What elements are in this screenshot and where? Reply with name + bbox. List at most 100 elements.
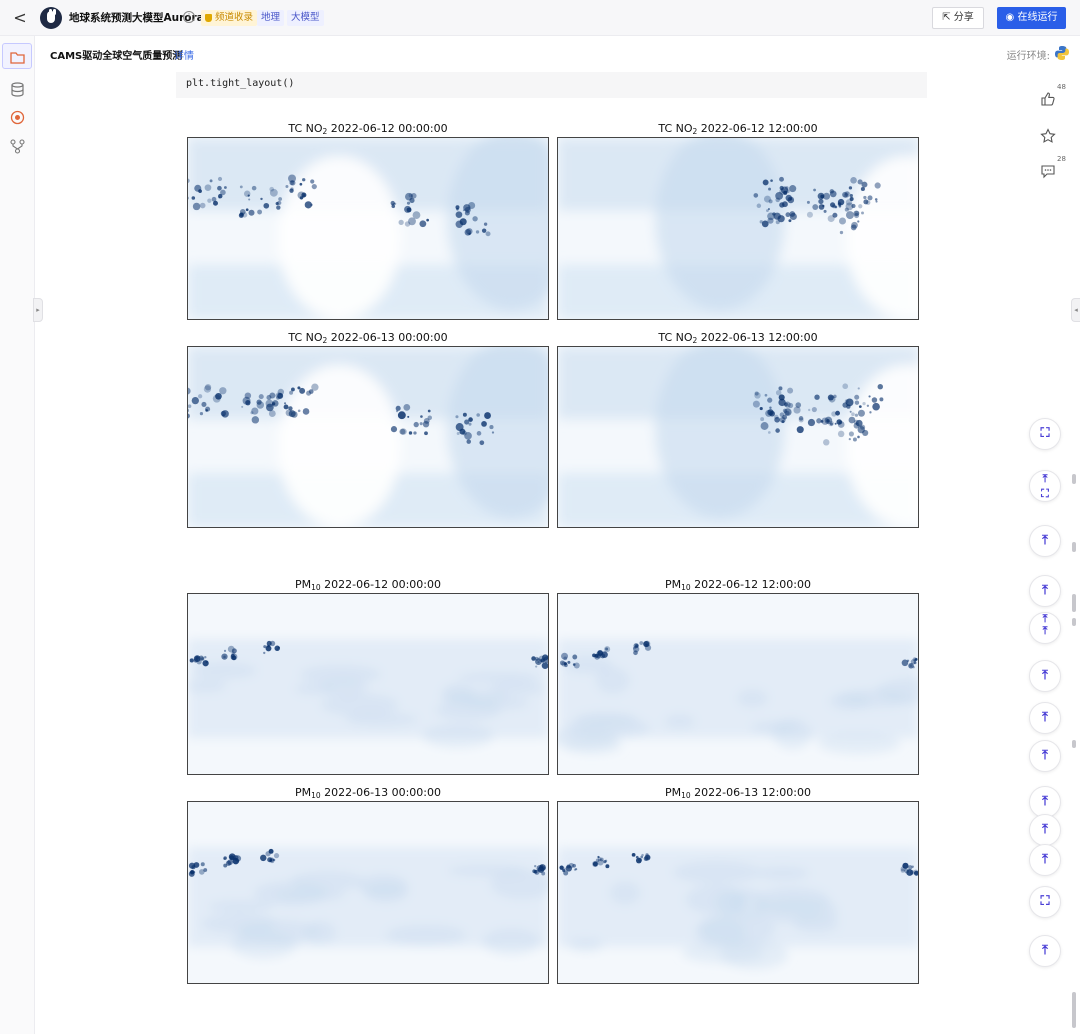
left-collapse-handle[interactable]: ▸ xyxy=(33,298,43,322)
right-collapse-handle[interactable]: ◂ xyxy=(1071,298,1080,322)
no2-field xyxy=(558,138,918,319)
like-button[interactable] xyxy=(1037,88,1059,110)
database-icon[interactable] xyxy=(9,81,26,98)
share-button[interactable]: ⇱ 分享 xyxy=(932,7,984,29)
play-icon: ◉ xyxy=(1005,12,1018,23)
no2-field xyxy=(558,347,918,527)
like-count: 48 xyxy=(1057,83,1066,91)
branch-icon[interactable] xyxy=(9,138,26,155)
panel-sub: 10 xyxy=(311,583,321,592)
tag-large-model[interactable]: 大模型 xyxy=(287,10,324,26)
code-cell[interactable]: plt.tight_layout() xyxy=(176,72,927,98)
pm10-field xyxy=(188,594,548,774)
info-icon[interactable]: i xyxy=(183,11,195,23)
comment-icon xyxy=(1041,165,1055,179)
scroll-top-button[interactable]: ⤒ xyxy=(1029,660,1061,692)
panel-title: TC NO2 2022-06-13 12:00:00 xyxy=(557,331,919,345)
scrollbar-mark[interactable] xyxy=(1072,740,1076,748)
pm10-map xyxy=(557,593,919,775)
panel-sub: 10 xyxy=(311,791,321,800)
scroll-top-button[interactable]: ⤒ xyxy=(1029,814,1061,846)
panel-title: PM10 2022-06-13 00:00:00 xyxy=(187,786,549,800)
favorite-button[interactable] xyxy=(1037,125,1059,147)
notebook-title: CAMS驱动全球空气质量预测 xyxy=(50,51,183,62)
scrollbar-mark[interactable] xyxy=(1072,474,1076,484)
target-icon[interactable] xyxy=(9,109,26,126)
panel-var: PM xyxy=(665,578,682,591)
expand-icon: ⛶ xyxy=(1040,894,1050,909)
notebook-header: CAMS驱动全球空气质量预测 详情 运行环境: xyxy=(36,36,1080,70)
expand-icon: ⛶ xyxy=(1040,426,1050,441)
arrow-top-icon: ⤒ xyxy=(1042,943,1048,958)
pm10-map xyxy=(187,593,549,775)
scrollbar-mark[interactable] xyxy=(1072,618,1076,626)
panel-time: 2022-06-13 00:00:00 xyxy=(324,786,441,799)
panel-time: 2022-06-13 12:00:00 xyxy=(694,786,811,799)
panel-var: PM xyxy=(295,786,312,799)
scroll-top-button[interactable]: ⤒ ⤒ xyxy=(1029,612,1061,644)
panel-sub: 10 xyxy=(681,791,691,800)
folder-icon[interactable] xyxy=(9,49,26,66)
pm10-field xyxy=(558,594,918,774)
tag-geography[interactable]: 地理 xyxy=(257,10,285,26)
scroll-top-button[interactable]: ⤒ ⛶ xyxy=(1029,470,1061,502)
panel-title: TC NO2 2022-06-12 12:00:00 xyxy=(557,122,919,136)
arrow-top-icon: ⤒ xyxy=(1042,583,1048,598)
tag-channel-collected[interactable]: 频道收录 xyxy=(201,10,258,26)
scroll-top-button[interactable]: ⤒ xyxy=(1029,740,1061,772)
panel-var: TC NO xyxy=(658,331,693,344)
no2-field xyxy=(188,138,548,319)
back-icon[interactable]: < xyxy=(10,7,30,29)
arrow-top-icon: ⤒ ⤒ xyxy=(1042,612,1048,637)
scrollbar-mark[interactable] xyxy=(1072,542,1076,552)
pm10-field xyxy=(558,802,918,983)
comment-button[interactable] xyxy=(1037,160,1059,182)
panel-time: 2022-06-12 00:00:00 xyxy=(330,122,448,135)
top-bar: < 地球系统预测大模型Aurora i 频道收录 地理 大模型 ⇱ 分享 ◉ 在… xyxy=(0,0,1080,36)
panel-title: PM10 2022-06-12 12:00:00 xyxy=(557,578,919,592)
python-icon[interactable] xyxy=(1054,45,1070,61)
scroll-top-button[interactable]: ⤒ xyxy=(1029,935,1061,967)
scroll-top-button[interactable]: ⤒ xyxy=(1029,525,1061,557)
share-icon: ⇱ xyxy=(942,12,954,23)
no2-map xyxy=(187,137,549,320)
panel-var: PM xyxy=(665,786,682,799)
panel-title: PM10 2022-06-13 12:00:00 xyxy=(557,786,919,800)
run-label: 在线运行 xyxy=(1017,12,1058,23)
no2-map xyxy=(557,137,919,320)
panel-sub: 2 xyxy=(692,336,698,345)
scrollbar-mark[interactable] xyxy=(1072,594,1076,612)
scrollbar-thumb[interactable] xyxy=(1072,992,1076,1028)
panel-sub: 2 xyxy=(692,127,698,136)
scroll-top-button[interactable]: ⤒ xyxy=(1029,702,1061,734)
panel-var: TC NO xyxy=(288,122,323,135)
panel-var: PM xyxy=(295,578,312,591)
panel-time: 2022-06-13 12:00:00 xyxy=(700,331,818,344)
panel-time: 2022-06-12 12:00:00 xyxy=(694,578,811,591)
pm10-map xyxy=(557,801,919,984)
detail-link[interactable]: 详情 xyxy=(174,47,194,62)
panel-time: 2022-06-12 12:00:00 xyxy=(700,122,818,135)
scroll-top-button[interactable]: ⤒ xyxy=(1029,844,1061,876)
no2-field xyxy=(188,347,548,527)
arrow-top-icon: ⤒ xyxy=(1042,533,1048,548)
panel-title: TC NO2 2022-06-12 00:00:00 xyxy=(187,122,549,136)
panel-title: PM10 2022-06-12 00:00:00 xyxy=(187,578,549,592)
arrow-top-icon: ⤒ xyxy=(1042,710,1048,725)
arrow-top-icon: ⤒ xyxy=(1042,748,1048,763)
scroll-top-button[interactable]: ⤒ xyxy=(1029,575,1061,607)
left-sidebar xyxy=(0,36,35,1034)
panel-sub: 2 xyxy=(322,336,328,345)
panel-time: 2022-06-12 00:00:00 xyxy=(324,578,441,591)
arrow-top-icon: ⤒ xyxy=(1042,668,1048,683)
run-online-button[interactable]: ◉ 在线运行 xyxy=(997,7,1066,29)
arrow-top-icon: ⤒ xyxy=(1042,822,1048,837)
fullscreen-button[interactable]: ⛶ xyxy=(1029,418,1061,450)
arrow-top-icon: ⤒ xyxy=(1042,852,1048,867)
panel-time: 2022-06-13 00:00:00 xyxy=(330,331,448,344)
panel-sub: 2 xyxy=(322,127,328,136)
no2-map xyxy=(187,346,549,528)
project-avatar[interactable] xyxy=(40,7,62,29)
fullscreen-button[interactable]: ⛶ xyxy=(1029,886,1061,918)
panel-sub: 10 xyxy=(681,583,691,592)
